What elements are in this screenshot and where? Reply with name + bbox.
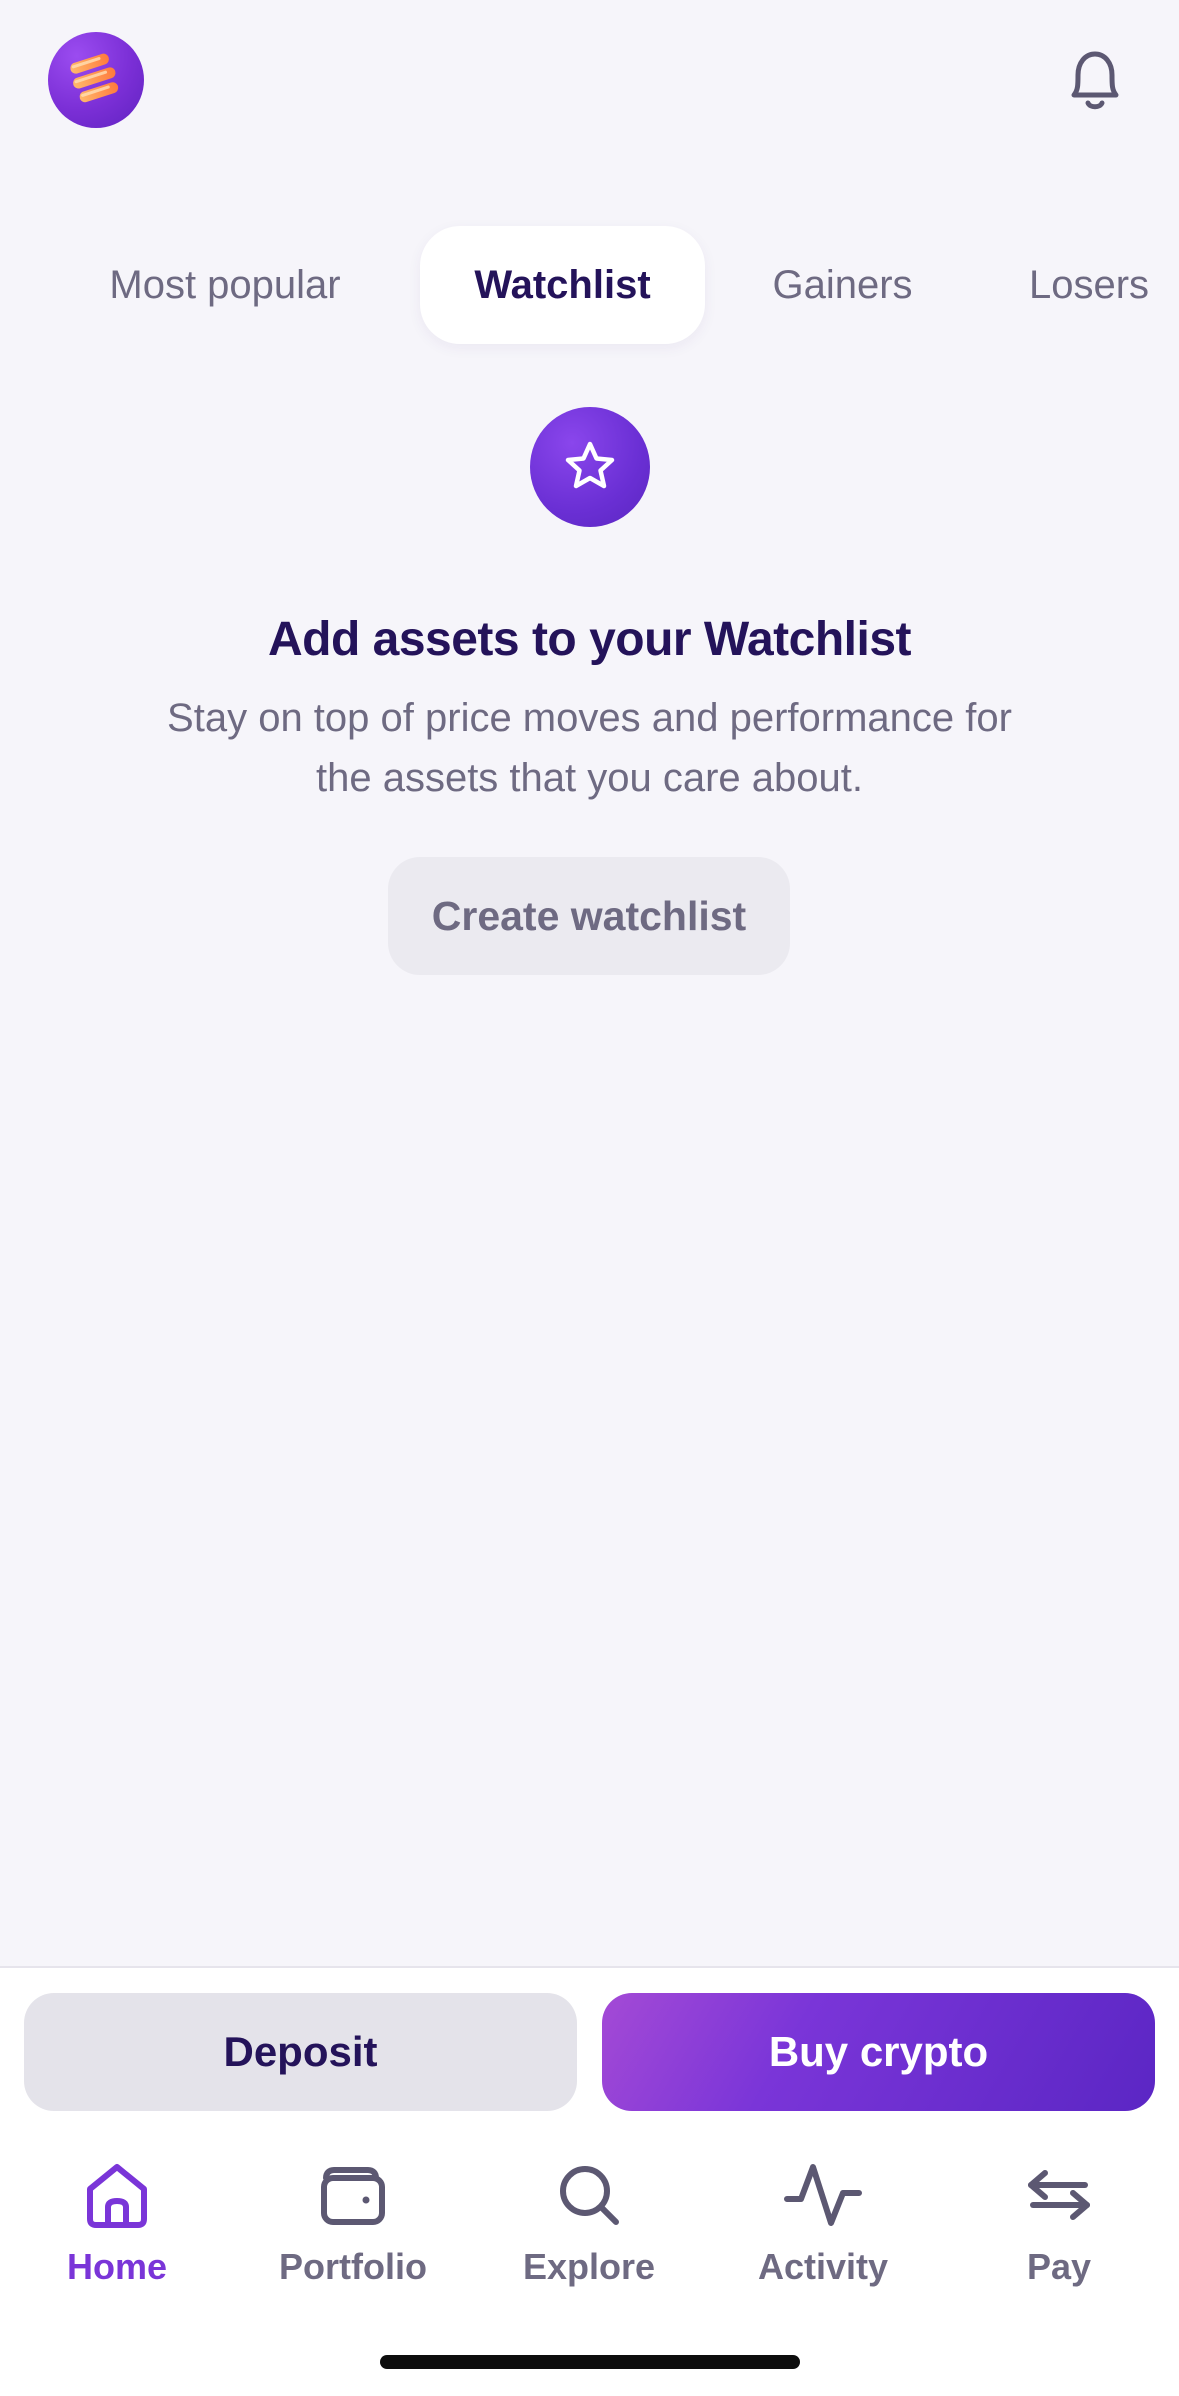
bell-icon[interactable] xyxy=(1060,40,1130,120)
nav-label: Portfolio xyxy=(279,2246,427,2287)
nav-label: Activity xyxy=(757,2246,889,2287)
deposit-button[interactable]: Deposit xyxy=(24,1993,577,2111)
tab-gainers[interactable]: Gainers xyxy=(735,226,950,344)
wallet-icon xyxy=(308,2150,398,2240)
avatar[interactable] xyxy=(48,32,144,128)
activity-icon xyxy=(778,2150,868,2240)
tab-most-popular[interactable]: Most popular xyxy=(60,226,390,344)
stacked-coins-icon xyxy=(70,53,119,103)
tab-label: Gainers xyxy=(772,262,913,307)
home-indicator[interactable] xyxy=(380,2355,800,2369)
tab-losers[interactable]: Losers xyxy=(1005,226,1179,344)
nav-label: Home xyxy=(66,2246,168,2287)
nav-label: Pay xyxy=(1026,2246,1092,2287)
home-icon xyxy=(72,2150,162,2240)
create-watchlist-label: Create watchlist xyxy=(431,892,747,939)
buy-crypto-button[interactable]: Buy crypto xyxy=(602,1993,1155,2111)
nav-pay[interactable]: Pay xyxy=(959,2150,1159,2300)
empty-state-description: Stay on top of price moves and performan… xyxy=(167,696,1012,800)
star-icon xyxy=(565,441,615,489)
buy-crypto-label: Buy crypto xyxy=(768,2028,989,2075)
search-icon xyxy=(544,2150,634,2240)
tab-bar: Most popular Watchlist Gainers Losers xyxy=(0,226,1179,346)
nav-activity[interactable]: Activity xyxy=(723,2150,923,2300)
nav-explore[interactable]: Explore xyxy=(489,2150,689,2300)
deposit-label: Deposit xyxy=(223,2028,378,2075)
create-watchlist-button[interactable]: Create watchlist xyxy=(388,857,790,975)
tab-label: Losers xyxy=(1029,262,1150,307)
tab-label: Most popular xyxy=(109,262,341,307)
nav-portfolio[interactable]: Portfolio xyxy=(253,2150,453,2300)
tab-watchlist[interactable]: Watchlist xyxy=(420,226,705,344)
nav-label: Explore xyxy=(522,2246,656,2287)
empty-state-title: Add assets to your Watchlist xyxy=(268,613,912,666)
transfer-arrows-icon xyxy=(1014,2150,1104,2240)
tab-label: Watchlist xyxy=(474,262,651,307)
nav-home[interactable]: Home xyxy=(17,2150,217,2300)
watchlist-star-badge xyxy=(530,407,650,527)
